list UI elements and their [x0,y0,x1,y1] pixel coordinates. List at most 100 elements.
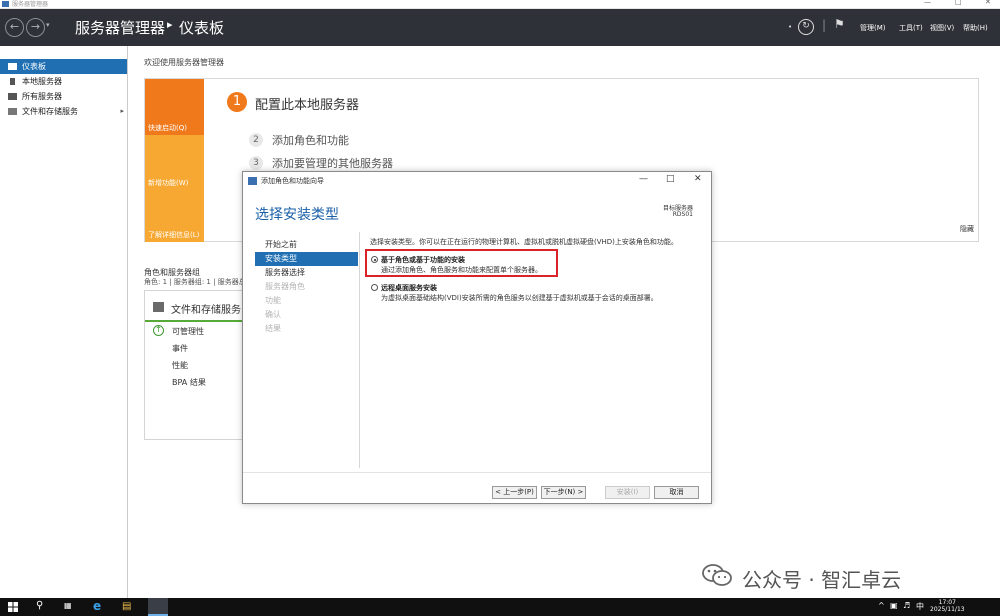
hide-link[interactable]: 隐藏 [960,224,974,234]
wizard-nav-before-you-begin[interactable]: 开始之前 [255,238,358,252]
tile-title: 文件和存储服务 [171,305,241,316]
wizard-title: 添加角色和功能向导 [261,177,324,185]
sidebar-item-label: 仪表板 [22,62,46,71]
breadcrumb-root[interactable]: 服务器管理器 [75,17,165,38]
refresh-dropdown-icon[interactable]: • [788,23,792,31]
configure-local-server-link[interactable]: 配置此本地服务器 [255,94,359,113]
learn-more-label: 了解详细信息(L) [148,231,200,239]
roles-group-summary: 角色: 1 | 服务器组: 1 | 服务器总数: 1 [144,278,242,286]
wizard-close-button[interactable]: ✕ [694,174,702,184]
wizard-nav-installation-type[interactable]: 安装类型 [255,252,358,266]
sidebar-item-label: 文件和存储服务 [22,107,78,116]
wechat-icon [702,564,732,586]
quick-start-tab[interactable]: 快速启动(Q) [145,79,204,135]
wizard-minimize-button[interactable]: — [639,174,648,184]
add-roles-link[interactable]: 添加角色和功能 [272,132,349,148]
server-manager-app-icon [2,1,9,7]
welcome-title: 欢迎使用服务器管理器 [144,58,224,67]
tile-row-events[interactable]: 事件 [172,343,188,354]
servers-icon [8,93,17,100]
sidebar-item-file-storage[interactable]: 文件和存储服务 ▸ [0,104,127,119]
window-title: 服务器管理器 [12,1,49,8]
add-roles-wizard-dialog: 添加角色和功能向导 — □ ✕ 选择安装类型 目标服务器 RDS01 开始之前 … [242,171,712,504]
tile-row-manageability[interactable]: 可管理性 [172,326,204,337]
close-button[interactable]: ✕ [985,0,991,6]
tray-overflow-icon[interactable]: ^ [878,601,885,610]
whats-new-label: 新增功能(W) [148,179,189,187]
next-button[interactable]: 下一步(N) > [541,486,586,499]
minimize-button[interactable]: — [924,0,931,6]
notification-flag-icon[interactable]: ⚑ [834,17,845,31]
menu-tools[interactable]: 工具(T) [899,23,923,33]
installation-type-description: 选择安装类型。你可以在正在运行的物理计算机、虚拟机或脱机虚拟硬盘(VHD)上安装… [370,238,678,246]
server-manager-taskbar-icon[interactable] [148,598,168,616]
maximize-button[interactable]: □ [955,0,962,6]
refresh-icon[interactable]: ↻ [798,19,814,35]
sidebar-item-dashboard[interactable]: 仪表板 [0,59,127,74]
menu-view[interactable]: 视图(V) [930,23,954,33]
task-view-icon[interactable]: ▦ [64,601,72,610]
wizard-nav-server-selection[interactable]: 服务器选择 [255,266,358,280]
sidebar-item-local-server[interactable]: 本地服务器 [0,74,127,89]
watermark-text: 公众号 · 智汇卓云 [742,568,902,592]
quick-start-label: 快速启动(Q) [148,124,187,132]
back-arrow-icon[interactable]: ← [5,18,24,37]
window-titlebar: 服务器管理器 — □ ✕ [0,0,1000,9]
wizard-nav-server-roles: 服务器角色 [265,282,305,291]
wizard-heading: 选择安装类型 [255,207,339,223]
cancel-button[interactable]: 取消 [654,486,699,499]
breadcrumb-current: 仪表板 [179,19,225,37]
ime-indicator[interactable]: 中 [916,601,924,612]
clock-date: 2025/11/13 [930,606,965,613]
option-title: 远程桌面服务安装 [381,284,437,292]
sidebar-item-label: 所有服务器 [22,92,62,101]
step-number-1: 1 [227,92,247,112]
history-dropdown-icon[interactable]: ▾ [46,21,50,29]
storage-icon [153,302,164,312]
whats-new-tab[interactable]: 新增功能(W) [145,135,204,190]
wizard-app-icon [248,177,257,185]
tile-row-bpa[interactable]: BPA 结果 [172,377,206,388]
ie-browser-icon[interactable]: e [93,599,101,613]
wizard-divider [359,232,360,468]
remote-desktop-radio[interactable] [371,284,378,291]
install-button: 安装(I) [605,486,650,499]
volume-icon[interactable]: ♬ [903,601,910,610]
wizard-nav-features: 功能 [265,296,281,305]
learn-more-tab[interactable]: 了解详细信息(L) [145,190,204,242]
wizard-nav-results: 结果 [265,324,281,333]
header-divider: | [822,18,827,32]
breadcrumb-separator: ▸ [167,18,173,31]
file-storage-tile[interactable]: 文件和存储服务 ↑ 可管理性 事件 性能 BPA 结果 [144,290,244,440]
wizard-nav-confirmation: 确认 [265,310,281,319]
network-icon[interactable]: ▣ [890,601,898,610]
destination-server-name: RDS01 [672,211,693,218]
forward-arrow-icon[interactable]: → [26,18,45,37]
expand-chevron-icon[interactable]: ▸ [120,104,124,119]
tile-row-performance[interactable]: 性能 [172,360,188,371]
taskbar-clock[interactable]: 17:07 2025/11/13 [930,599,965,613]
clock-time: 17:07 [938,599,956,606]
previous-button[interactable]: < 上一步(P) [492,486,537,499]
add-servers-link[interactable]: 添加要管理的其他服务器 [272,155,393,171]
annotation-highlight-box [365,249,558,277]
storage-icon [8,108,17,115]
sidebar-item-label: 本地服务器 [22,77,62,86]
menu-manage[interactable]: 管理(M) [860,23,886,33]
windows-start-icon[interactable] [8,602,18,612]
app-header: ← → ▾ 服务器管理器 ▸ 仪表板 • ↻ | ⚑ 管理(M) 工具(T) 视… [0,9,1000,46]
dashboard-icon [8,63,17,70]
wizard-titlebar: 添加角色和功能向导 — □ ✕ [243,172,711,189]
server-icon [10,78,15,85]
step-number-2: 2 [249,133,263,147]
search-icon[interactable]: ⚲ [36,600,43,611]
file-explorer-icon[interactable]: ▤ [122,601,131,612]
status-ok-icon: ↑ [153,325,164,336]
menu-help[interactable]: 帮助(H) [963,23,988,33]
wizard-maximize-button[interactable]: □ [666,174,675,184]
taskbar: ⚲ ▦ e ▤ ^ ▣ ♬ 中 17:07 2025/11/13 [0,598,1000,616]
tile-header: 文件和存储服务 [145,291,243,322]
sidebar-item-all-servers[interactable]: 所有服务器 [0,89,127,104]
sidebar: 仪表板 本地服务器 所有服务器 文件和存储服务 ▸ [0,46,128,598]
option-description: 为虚拟桌面基础结构(VDI)安装所需的角色服务以创建基于虚拟机或基于会话的桌面部… [381,294,658,302]
